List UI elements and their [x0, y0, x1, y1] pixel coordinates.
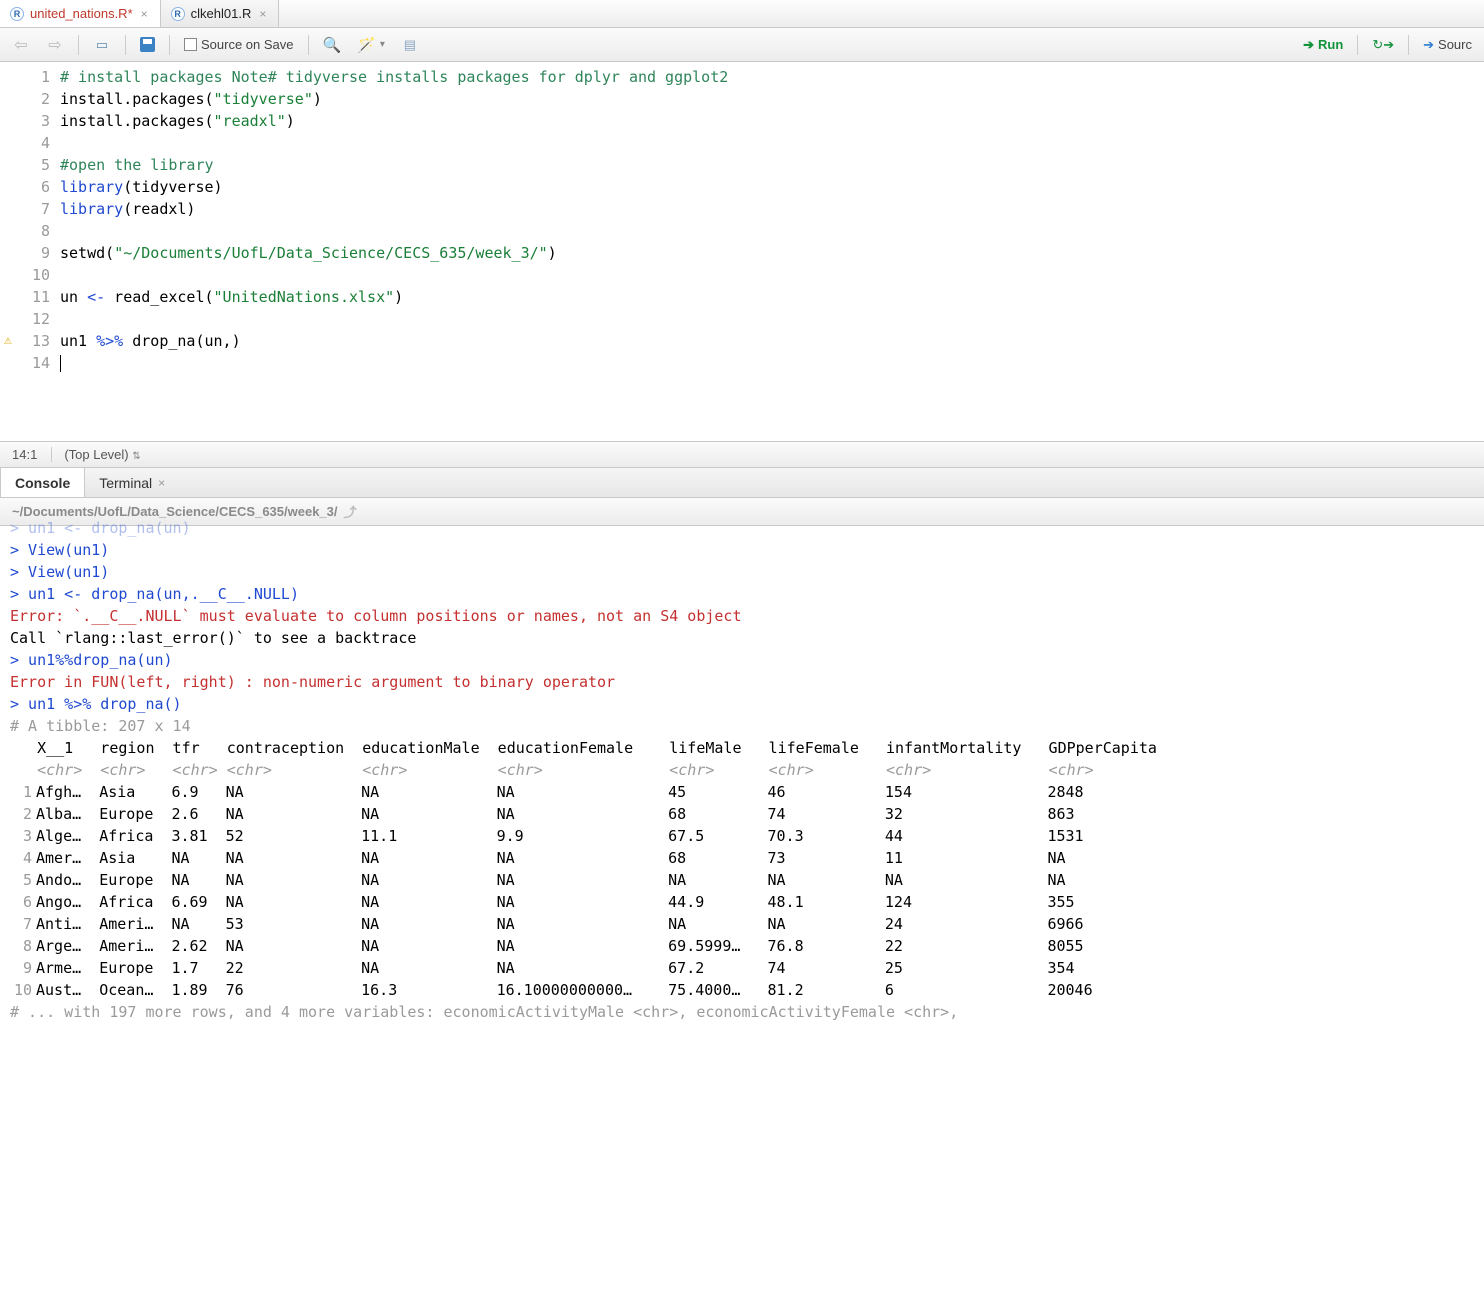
source-editor[interactable]: 1234567891011121314 # install packages N… — [0, 62, 1484, 442]
table-row: 5Ando… Europe NA NA NA NA NA NA NA NA — [10, 869, 1474, 891]
r-file-icon: R — [10, 7, 24, 21]
tab-filename: clkehl01.R — [191, 6, 252, 21]
wand-icon: 🪄 — [357, 36, 376, 54]
scope-label: (Top Level) — [64, 447, 128, 462]
code-tools-button[interactable]: 🪄▾ — [353, 34, 389, 56]
close-icon[interactable]: × — [158, 476, 165, 490]
save-button[interactable] — [136, 35, 159, 54]
line-gutter: 1234567891011121314 — [0, 62, 60, 378]
console-tab-label: Terminal — [99, 475, 152, 491]
code-line[interactable]: install.packages("readxl") — [60, 110, 1484, 132]
separator — [1357, 35, 1358, 55]
console-output[interactable]: > un1 <- drop_na(un)> View(un1)> View(un… — [0, 526, 1484, 1033]
code-line[interactable] — [60, 308, 1484, 330]
editor-status-bar: 14:1 (Top Level) ⇅ — [0, 442, 1484, 468]
console-line: > un1 <- drop_na(un) — [10, 517, 1474, 539]
console-tab[interactable]: Terminal × — [85, 468, 179, 497]
code-area[interactable]: # install packages Note# tidyverse insta… — [60, 62, 1484, 378]
run-label: Run — [1318, 37, 1343, 52]
console-line: > View(un1) — [10, 539, 1474, 561]
caret-icon: ⇅ — [132, 451, 140, 462]
console-line: > un1 %>% drop_na() — [10, 693, 1474, 715]
cursor-position: 14:1 — [12, 447, 37, 462]
table-row: 9Arme… Europe 1.7 22 NA NA 67.2 74 25 35… — [10, 957, 1474, 979]
code-line[interactable]: #open the library — [60, 154, 1484, 176]
console-line: Call `rlang::last_error()` to see a back… — [10, 627, 1474, 649]
tab-filename: united_nations.R* — [30, 6, 133, 21]
code-line[interactable] — [60, 132, 1484, 154]
console-tab[interactable]: Console — [0, 468, 85, 497]
separator — [125, 35, 126, 55]
code-line[interactable]: un <- read_excel("UnitedNations.xlsx") — [60, 286, 1484, 308]
source-on-save-label: Source on Save — [201, 37, 294, 52]
separator — [78, 35, 79, 55]
console-line: <chr> <chr> <chr> <chr> <chr> <chr> <chr… — [10, 759, 1474, 781]
r-file-icon: R — [171, 7, 185, 21]
report-button[interactable]: ▤ — [397, 34, 423, 56]
notebook-icon: ▤ — [401, 36, 419, 54]
code-line[interactable]: setwd("~/Documents/UofL/Data_Science/CEC… — [60, 242, 1484, 264]
close-icon[interactable]: × — [257, 7, 268, 21]
console-line: > un1 <- drop_na(un,.__C__.NULL) — [10, 583, 1474, 605]
code-line[interactable]: un1 %>% drop_na(un,) — [60, 330, 1484, 352]
editor-toolbar: ⇦ ⇨ ▭ Source on Save 🔍 🪄▾ ▤ ➔Run ↻➔ ➔ So… — [0, 28, 1484, 62]
nav-fwd-button[interactable]: ⇨ — [42, 34, 68, 56]
source-label: Sourc — [1438, 37, 1472, 52]
separator — [169, 35, 170, 55]
table-row: 2Alba… Europe 2.6 NA NA NA 68 74 32 863 — [10, 803, 1474, 825]
table-row: 10Aust… Ocean… 1.89 76 16.3 16.100000000… — [10, 979, 1474, 1001]
code-line[interactable]: library(readxl) — [60, 198, 1484, 220]
code-line[interactable] — [60, 352, 1484, 374]
code-line[interactable] — [60, 264, 1484, 286]
console-tab-label: Console — [15, 475, 70, 491]
close-icon[interactable]: × — [139, 7, 150, 21]
editor-tabs: Runited_nations.R* × Rclkehl01.R × — [0, 0, 1484, 28]
nav-back-button[interactable]: ⇦ — [8, 34, 34, 56]
rerun-button[interactable]: ↻➔ — [1368, 35, 1398, 55]
console-line: > un1%%drop_na(un) — [10, 649, 1474, 671]
run-button[interactable]: ➔Run — [1299, 35, 1347, 55]
editor-tab[interactable]: Rclkehl01.R × — [161, 0, 280, 27]
console-line: # ... with 197 more rows, and 4 more var… — [10, 1001, 1474, 1023]
separator — [308, 35, 309, 55]
scope-selector[interactable]: (Top Level) ⇅ — [51, 447, 140, 462]
magnifier-icon: 🔍 — [323, 36, 342, 54]
console-line: Error in FUN(left, right) : non-numeric … — [10, 671, 1474, 693]
disk-icon — [140, 37, 155, 52]
console-tabs: Console Terminal × — [0, 468, 1484, 498]
code-line[interactable]: install.packages("tidyverse") — [60, 88, 1484, 110]
table-row: 4Amer… Asia NA NA NA NA 68 73 11 NA — [10, 847, 1474, 869]
console-line: Error: `.__C__.NULL` must evaluate to co… — [10, 605, 1474, 627]
table-row: 8Arge… Ameri… 2.62 NA NA NA 69.5999… 76.… — [10, 935, 1474, 957]
find-button[interactable]: 🔍 — [319, 34, 346, 56]
editor-tab[interactable]: Runited_nations.R* × — [0, 0, 161, 27]
code-line[interactable]: # install packages Note# tidyverse insta… — [60, 66, 1484, 88]
table-row: 1Afgh… Asia 6.9 NA NA NA 45 46 154 2848 — [10, 781, 1474, 803]
console-line: # A tibble: 207 x 14 — [10, 715, 1474, 737]
code-line[interactable]: library(tidyverse) — [60, 176, 1484, 198]
table-row: 7Anti… Ameri… NA 53 NA NA NA NA 24 6966 — [10, 913, 1474, 935]
console-line: X__1 region tfr contraception educationM… — [10, 737, 1474, 759]
separator — [1408, 35, 1409, 55]
code-line[interactable] — [60, 220, 1484, 242]
source-button[interactable]: ➔ Sourc — [1419, 35, 1476, 55]
table-row: 3Alge… Africa 3.81 52 11.1 9.9 67.5 70.3… — [10, 825, 1474, 847]
checkbox-icon — [184, 38, 197, 51]
source-on-save-toggle[interactable]: Source on Save — [180, 35, 298, 54]
table-row: 6Ango… Africa 6.69 NA NA NA 44.9 48.1 12… — [10, 891, 1474, 913]
open-in-window-button[interactable]: ▭ — [89, 34, 115, 56]
console-line: > View(un1) — [10, 561, 1474, 583]
